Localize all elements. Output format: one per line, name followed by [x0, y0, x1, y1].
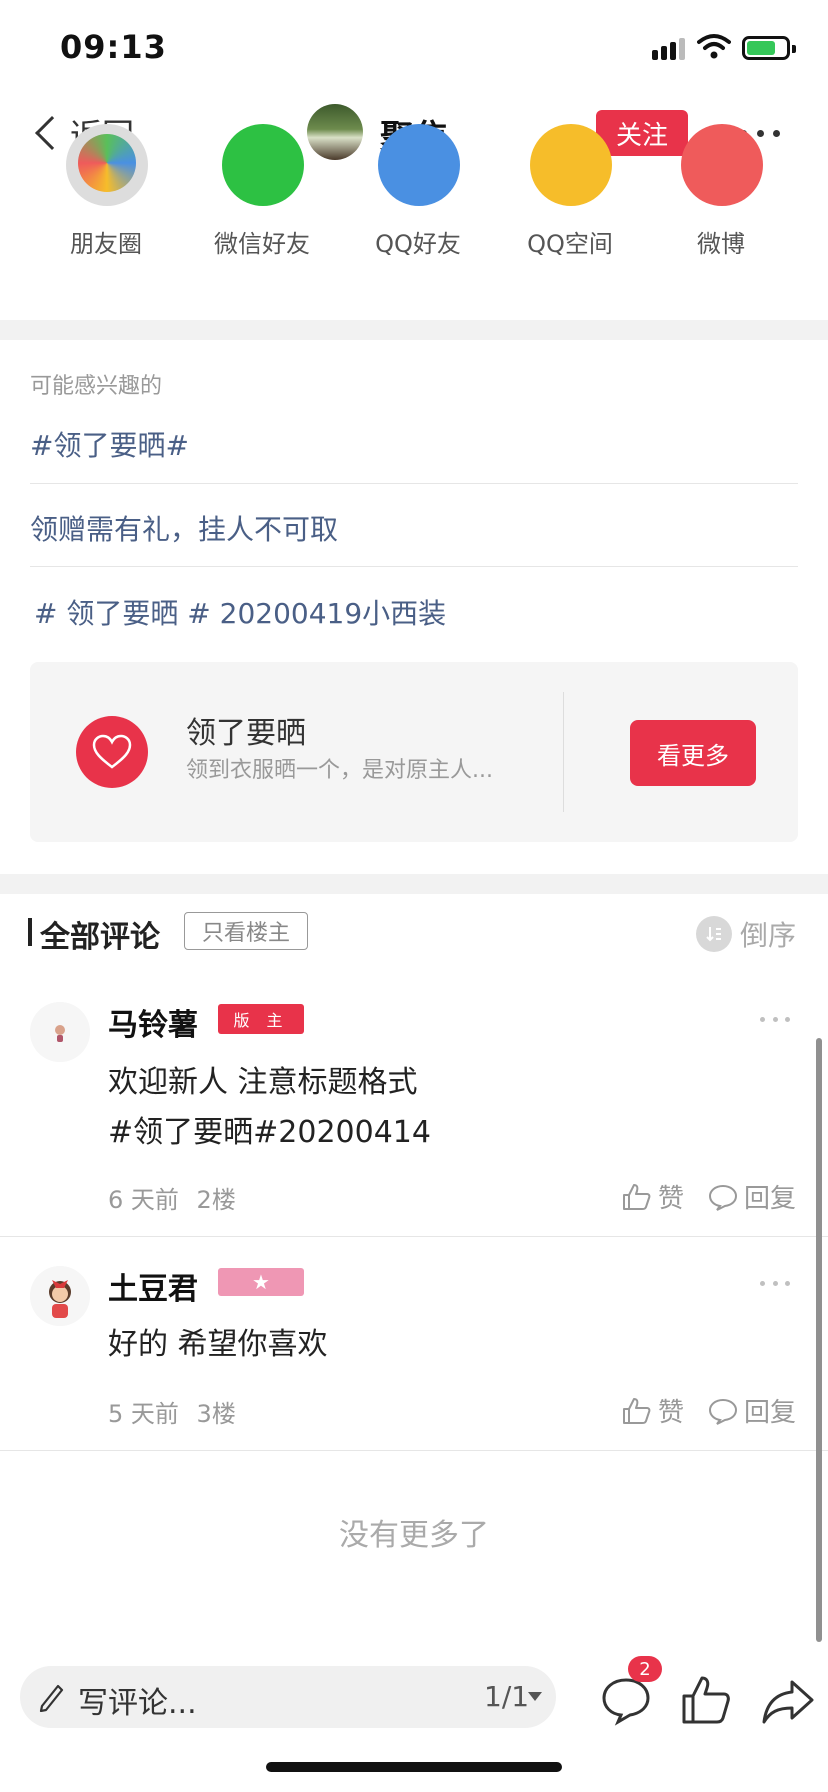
avatar[interactable] — [30, 1002, 90, 1062]
sort-icon[interactable] — [696, 916, 732, 952]
like-label: 赞 — [658, 1184, 685, 1214]
like-label: 赞 — [658, 1398, 685, 1428]
reply-label: 回复 — [744, 1398, 797, 1428]
comment-text: 好的 希望你喜欢 — [108, 1327, 328, 1362]
comment-more-icon[interactable] — [760, 1278, 790, 1288]
section-divider — [0, 320, 828, 340]
comment-text: #领了要晒#20200414 — [108, 1115, 431, 1150]
comment-meta: 6 天前 2楼 — [108, 1180, 236, 1215]
thumbs-up-icon — [623, 1183, 651, 1210]
card-title: 领了要晒 — [186, 716, 306, 751]
sort-label[interactable]: 倒序 — [740, 914, 796, 954]
topic-link[interactable]: # 领了要晒 # 20200419小西装 — [34, 592, 446, 632]
avatar[interactable] — [30, 1266, 90, 1326]
divider — [30, 566, 798, 567]
comments-title: 全部评论 — [40, 920, 160, 955]
pen-icon — [39, 1684, 64, 1712]
comment-floor: 3楼 — [196, 1400, 236, 1428]
section-marker — [28, 918, 32, 946]
see-more-button[interactable]: 看更多 — [630, 720, 756, 786]
only-op-button[interactable]: 只看楼主 — [184, 912, 308, 950]
notification-badge: 2 — [628, 1656, 662, 1682]
thumbs-up-icon[interactable] — [676, 1670, 736, 1730]
comment-floor: 2楼 — [196, 1186, 236, 1214]
share-label: 微博 — [697, 230, 745, 258]
heart-icon — [76, 716, 148, 788]
status-bar: 09:13 — [0, 0, 828, 96]
divider — [30, 483, 798, 484]
share-row: 朋友圈 微信好友 QQ好友 QQ空间 微博 — [0, 124, 828, 320]
comment-placeholder: 写评论... — [78, 1686, 197, 1721]
like-button[interactable]: 赞 — [622, 1392, 684, 1429]
share-label: QQ空间 — [527, 230, 613, 258]
home-indicator — [266, 1762, 562, 1772]
section-divider — [0, 874, 828, 894]
topic-link[interactable]: #领了要晒# — [30, 424, 189, 464]
comment-icon — [708, 1398, 738, 1425]
topic-link[interactable]: 领赠需有礼，挂人不可取 — [30, 508, 338, 548]
comment-more-icon[interactable] — [760, 1014, 790, 1024]
comment-text: 欢迎新人 注意标题格式 — [108, 1065, 418, 1100]
no-more-text: 没有更多了 — [339, 1518, 489, 1553]
scrollbar[interactable] — [816, 1038, 822, 1642]
comment-time: 5 天前 — [108, 1400, 179, 1428]
wifi-icon — [697, 34, 731, 59]
moderator-badge: 版 主 — [218, 1004, 304, 1034]
divider — [0, 1236, 828, 1237]
reply-label: 回复 — [744, 1184, 797, 1214]
share-label: 微信好友 — [214, 230, 310, 258]
comment-input[interactable]: 写评论... 1/1 — [20, 1666, 556, 1728]
share-label: QQ好友 — [375, 230, 461, 258]
comment-meta: 5 天前 3楼 — [108, 1394, 236, 1429]
star-badge: ★ — [218, 1268, 304, 1296]
divider — [0, 1450, 828, 1451]
card-description: 领到衣服晒一个，是对原主人... — [186, 758, 493, 783]
reply-button[interactable]: 回复 — [708, 1392, 796, 1429]
comment-author[interactable]: 土豆君 — [108, 1264, 198, 1308]
card-divider — [563, 692, 564, 812]
share-label: 朋友圈 — [70, 230, 142, 258]
like-button[interactable]: 赞 — [622, 1178, 684, 1215]
signal-icon — [652, 34, 688, 60]
battery-icon — [742, 36, 796, 60]
topic-card[interactable]: 领了要晒 领到衣服晒一个，是对原主人... 看更多 — [30, 662, 798, 842]
comment-icon — [708, 1184, 738, 1211]
status-time: 09:13 — [60, 28, 167, 66]
caret-down-icon[interactable] — [528, 1692, 542, 1701]
comment-time: 6 天前 — [108, 1186, 179, 1214]
page-indicator[interactable]: 1/1 — [484, 1680, 529, 1713]
thumbs-up-icon — [623, 1397, 651, 1424]
share-icon[interactable] — [758, 1670, 818, 1730]
interest-heading: 可能感兴趣的 — [30, 374, 163, 399]
reply-button[interactable]: 回复 — [708, 1178, 796, 1215]
comment-author[interactable]: 马铃薯 — [108, 1000, 198, 1044]
